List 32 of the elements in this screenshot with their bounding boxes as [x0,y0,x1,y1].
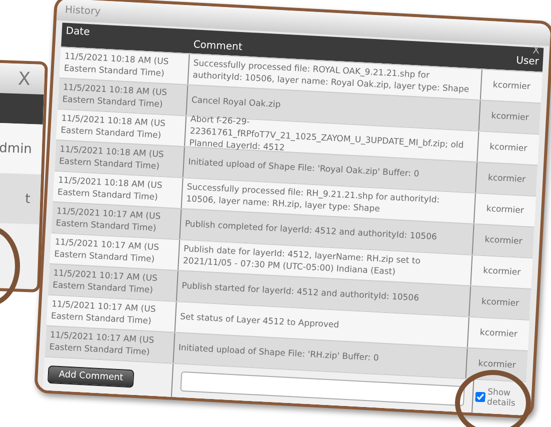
comment-input[interactable] [180,371,465,406]
add-comment-button[interactable]: Add Comment [47,365,135,388]
show-details-checkbox[interactable] [475,392,486,402]
column-header: Date [64,24,92,40]
table-cell-text: kcormier [490,110,530,126]
window-title: History [64,4,101,18]
table-cell-text: 11/5/2021 10:18 AM (US Eastern Standard Time) [62,50,170,82]
table-cell-text: kcormier [482,265,522,280]
table-cell-text: 11/5/2021 10:17 AM (US Eastern Standard Time) [52,236,160,267]
close-button[interactable]: X [532,45,540,57]
checkbox-label: Show details [486,387,517,410]
table-cell-text: 11/5/2021 10:18 AM (US Eastern Standard Time) [61,82,168,112]
table-cell-text: kcormier [478,326,519,342]
table-cell-text: kcormier [492,79,532,94]
table-cell-text: 11/5/2021 10:17 AM (US Eastern Standard Time) [54,206,162,236]
table-cell: t [0,172,42,224]
table-cell-text: 11/5/2021 10:17 AM (US Eastern Standard Time) [48,329,156,360]
table-cell: dmin [0,122,43,174]
table-cell-text: kcormier [486,172,527,188]
column-header: User [516,55,540,68]
table-cell-text: 11/5/2021 10:17 AM (US Eastern Standard Time) [51,268,159,298]
table-cell-text: 11/5/2021 10:18 AM (US Eastern Standard Time) [56,174,164,205]
table-cell-text: 11/5/2021 10:18 AM (US Eastern Standard Time) [59,112,167,143]
table-cell-text: kcormier [488,141,528,156]
column-header: Comment [192,38,244,56]
table-cell-text: kcormier [484,234,524,249]
table-cell-text: 11/5/2021 10:17 AM (US Eastern Standard Time) [50,298,157,329]
table-cell-text: kcormier [485,203,526,218]
table-cell-text: kcormier [480,296,520,311]
table-cell-text: 11/5/2021 10:18 AM (US Eastern Standard Time) [58,144,166,174]
table-cell-text: kcormier [477,358,517,373]
close-button[interactable]: X [18,68,31,90]
